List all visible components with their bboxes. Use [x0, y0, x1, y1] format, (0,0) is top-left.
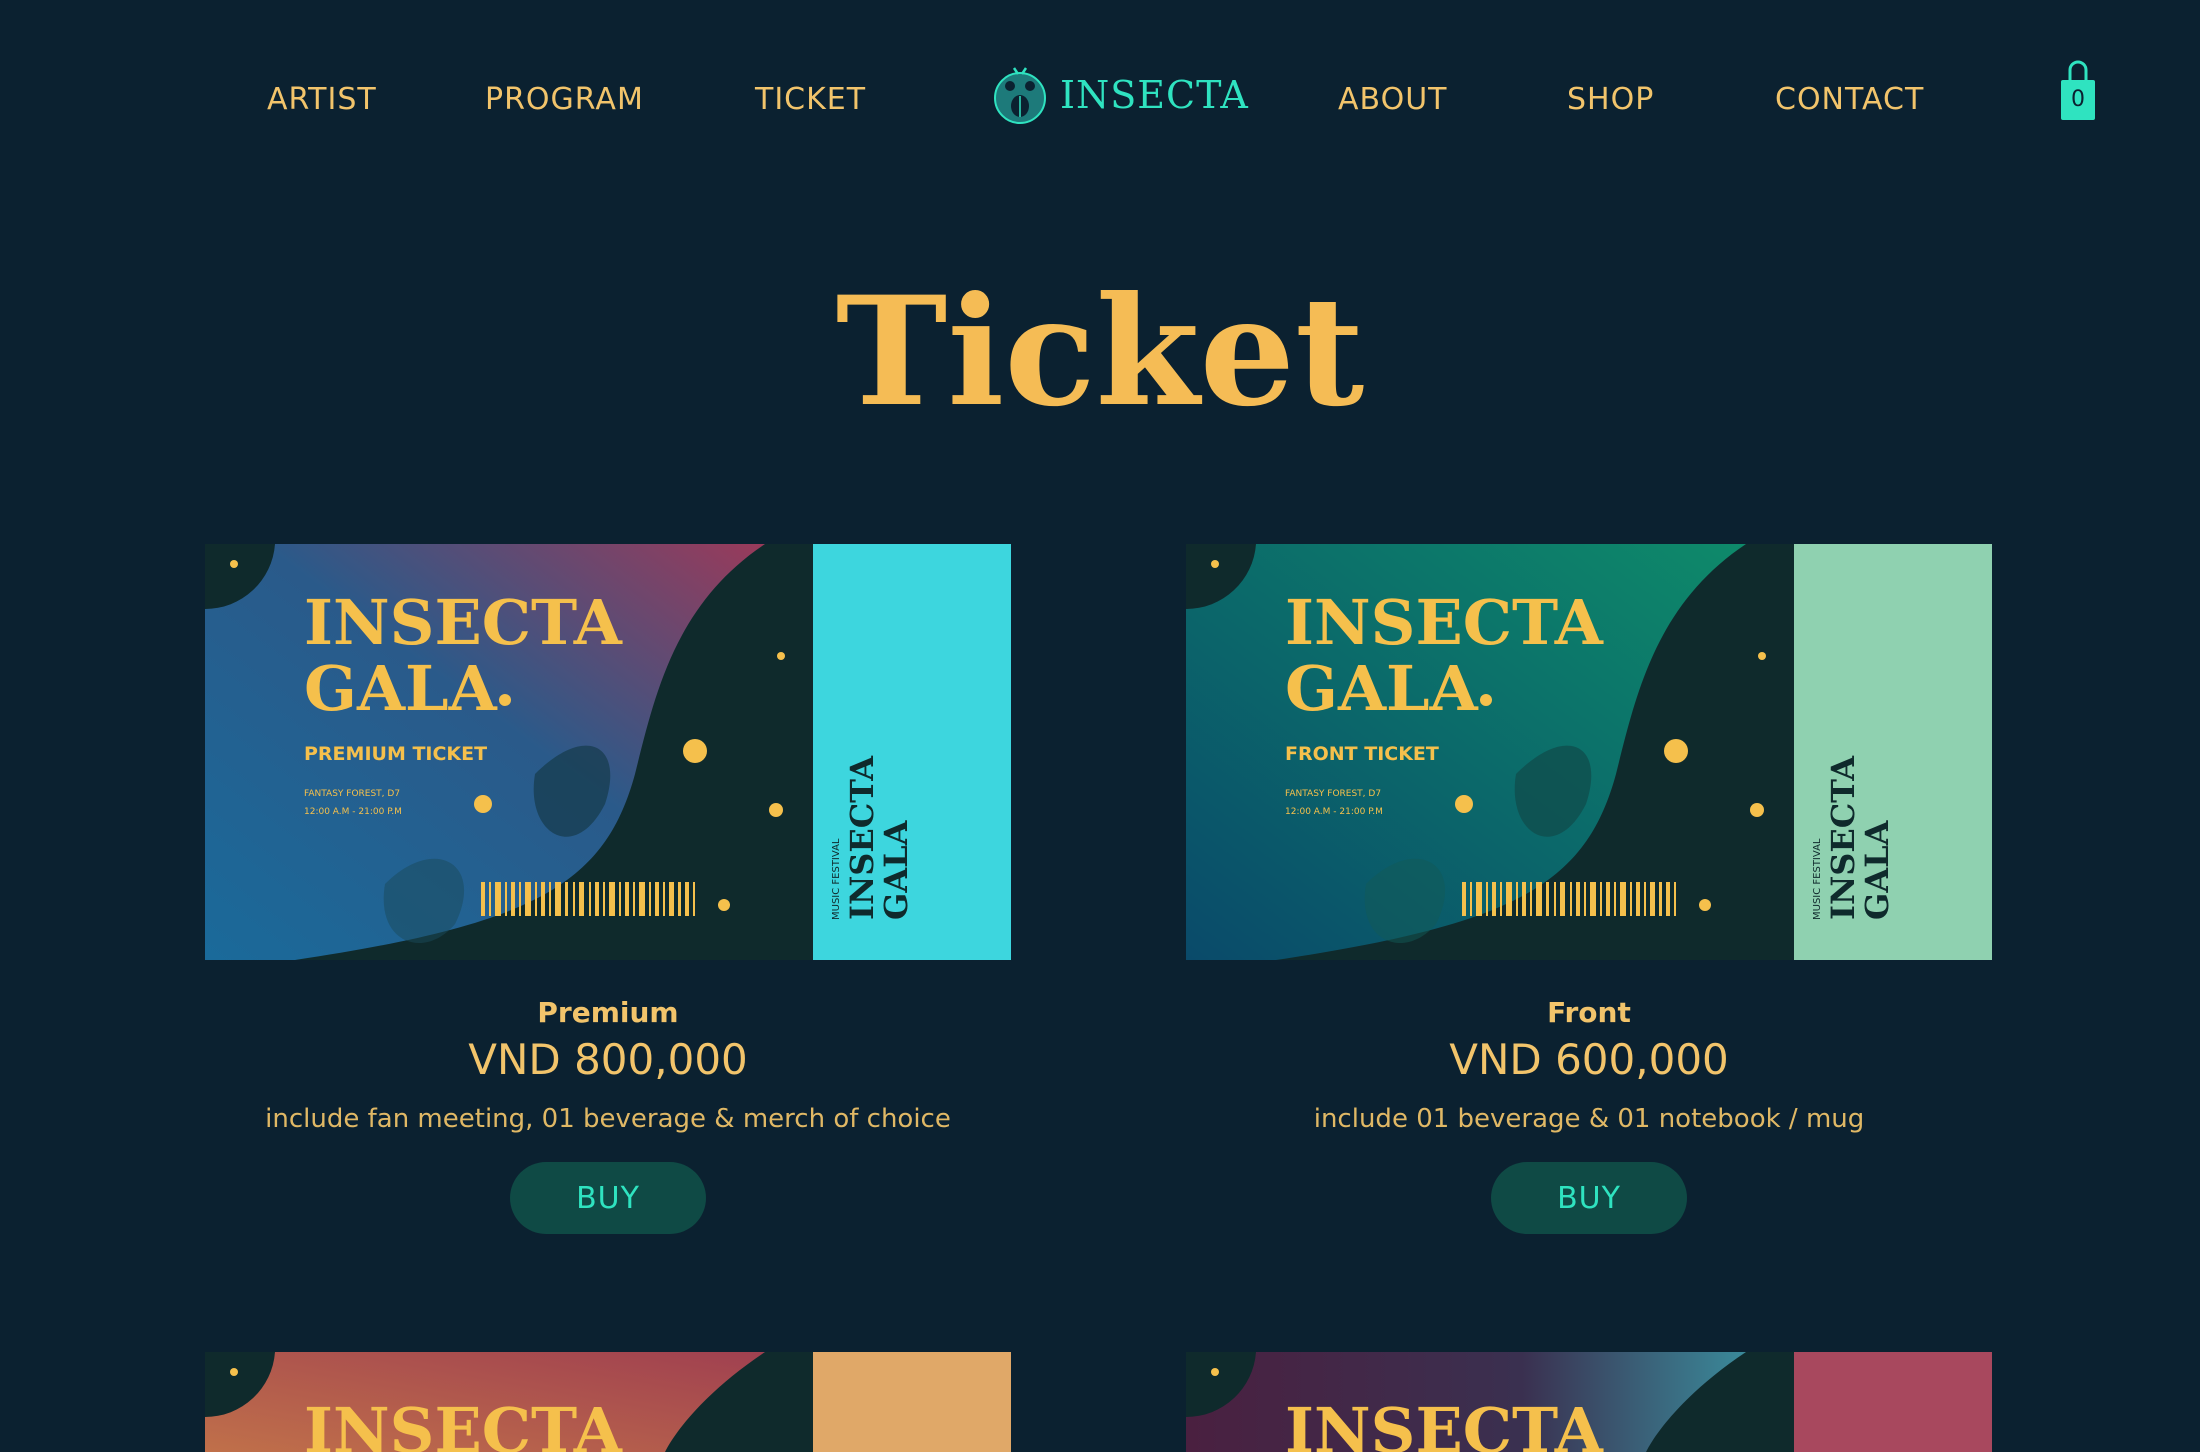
ticket-tier: Front [1547, 996, 1631, 1029]
ticket-image: INSECTA [1186, 1352, 1992, 1452]
ticket-description: include 01 beverage & 01 notebook / mug [1313, 1104, 1865, 1134]
ticket-venue: FANTASY FOREST, D7 [304, 789, 400, 799]
ticket-card-front: INSECTA GALA FRONT TICKET FANTASY FOREST… [1186, 544, 1992, 1234]
ticket-title-line2: GALA [304, 652, 498, 725]
stub-label: MUSIC FESTIVAL [831, 838, 842, 920]
ticket-description: include fan meeting, 01 beverage & merch… [265, 1104, 951, 1134]
ticket-image: INSECTA GALA PREMIUM TICKET FANTASY FORE… [205, 544, 1011, 960]
ticket-image: INSECTA [205, 1352, 1011, 1452]
stub-title-line1: INSECTA [843, 755, 881, 920]
ticket-title-line2: GALA [1285, 652, 1479, 725]
ticket-tier: Premium [537, 996, 679, 1029]
nav-shop[interactable]: SHOP [1567, 82, 1654, 117]
cart-button[interactable]: 0 [2060, 60, 2096, 120]
ticket-time: 12:00 A.M - 21:00 P.M [304, 807, 402, 817]
ticket-price: VND 600,000 [1449, 1035, 1729, 1084]
ticket-card-partial: INSECTA [205, 1352, 1011, 1452]
ticket-card-partial: INSECTA [1186, 1352, 1992, 1452]
nav-program[interactable]: PROGRAM [485, 82, 644, 117]
ticket-image: INSECTA GALA FRONT TICKET FANTASY FOREST… [1186, 544, 1992, 960]
page-title: Ticket [835, 264, 1365, 440]
ticket-title-line1: INSECTA [304, 586, 623, 659]
ticket-title-line1: INSECTA [1285, 1394, 1604, 1452]
brand-name: INSECTA [1060, 73, 1249, 117]
ticket-title-line1: INSECTA [1285, 586, 1604, 659]
stub-title-line1: INSECTA [1824, 755, 1862, 920]
top-navigation: ARTIST PROGRAM TICKET INSECTA ABOUT SHOP… [0, 0, 2200, 200]
buy-button-front[interactable]: BUY [1491, 1162, 1687, 1234]
stub-label: MUSIC FESTIVAL [1812, 838, 1823, 920]
nav-artist[interactable]: ARTIST [267, 82, 377, 117]
ticket-type: FRONT TICKET [1285, 743, 1439, 765]
nav-contact[interactable]: CONTACT [1775, 82, 1924, 117]
stub-title-line2: GALA [877, 819, 915, 920]
ticket-card-premium: INSECTA GALA PREMIUM TICKET FANTASY FORE… [205, 544, 1011, 1234]
nav-ticket[interactable]: TICKET [755, 82, 866, 117]
buy-button-premium[interactable]: BUY [510, 1162, 706, 1234]
ticket-type: PREMIUM TICKET [304, 743, 487, 765]
beetle-icon [992, 60, 1048, 130]
brand-logo[interactable]: INSECTA [992, 60, 1249, 130]
ticket-time: 12:00 A.M - 21:00 P.M [1285, 807, 1383, 817]
nav-about[interactable]: ABOUT [1338, 82, 1447, 117]
ticket-price: VND 800,000 [468, 1035, 748, 1084]
ticket-venue: FANTASY FOREST, D7 [1285, 789, 1381, 799]
cart-count: 0 [2071, 87, 2085, 112]
ticket-title-line1: INSECTA [304, 1394, 623, 1452]
stub-title-line2: GALA [1858, 819, 1896, 920]
